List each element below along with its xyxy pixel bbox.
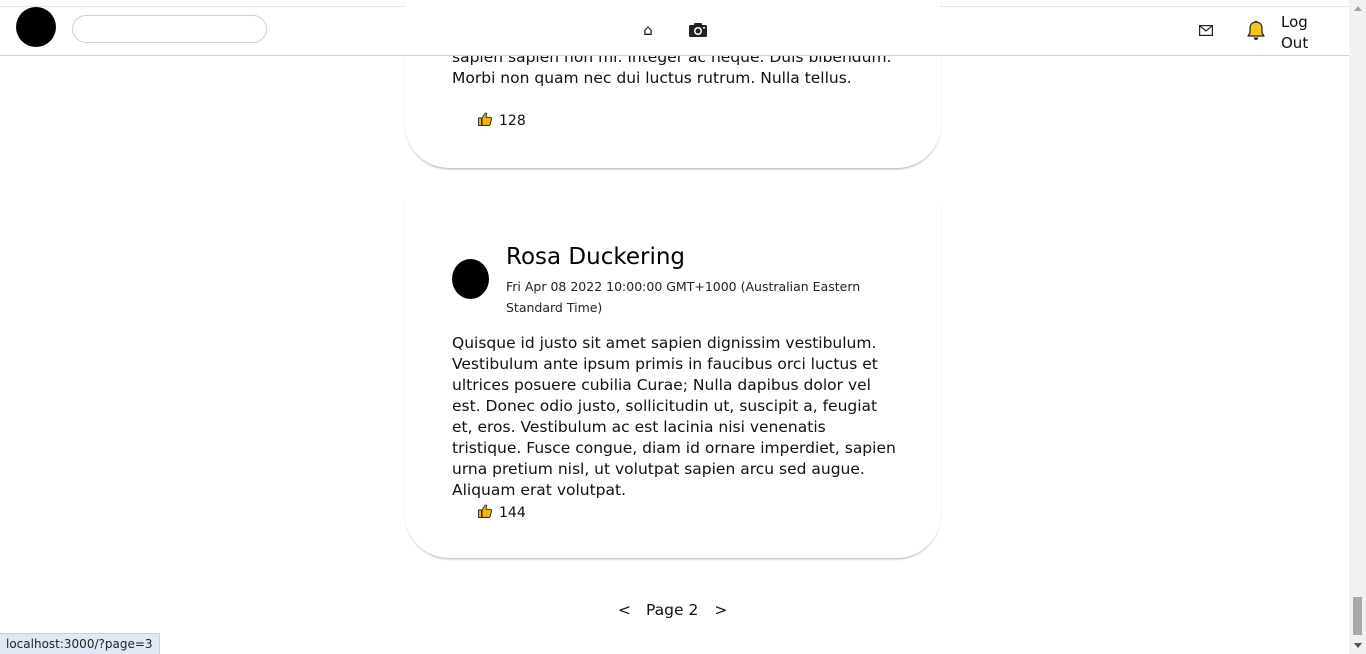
like-count: 128 xyxy=(499,113,526,129)
scroll-up-icon[interactable] xyxy=(1349,0,1366,17)
prev-page-button[interactable]: < xyxy=(618,601,631,619)
like-count: 144 xyxy=(499,505,526,521)
status-bar-url: localhost:3000/?page=3 xyxy=(0,633,160,654)
post-body: Quisque id justo sit amet sapien digniss… xyxy=(452,334,896,499)
thumbs-up-icon xyxy=(477,111,493,131)
page-scrollbar[interactable] xyxy=(1349,0,1366,654)
logout-link[interactable]: Log Out xyxy=(1281,12,1321,54)
camera-icon[interactable] xyxy=(688,21,708,39)
page-label: Page 2 xyxy=(646,601,699,619)
logo[interactable] xyxy=(16,7,56,47)
mail-icon[interactable] xyxy=(1196,22,1216,38)
home-icon[interactable]: ⌂ xyxy=(638,20,658,40)
like-button[interactable]: 144 xyxy=(477,503,526,523)
like-button[interactable]: 128 xyxy=(477,111,526,131)
pagination: < Page 2 > xyxy=(618,601,727,619)
next-page-button[interactable]: > xyxy=(714,601,727,619)
avatar[interactable] xyxy=(452,259,489,299)
navbar: ⌂ Log Out xyxy=(0,7,1349,56)
scrollbar-thumb[interactable] xyxy=(1353,597,1362,635)
post-timestamp: Fri Apr 08 2022 10:00:00 GMT+1000 (Austr… xyxy=(506,279,861,315)
post-author[interactable]: Rosa Duckering xyxy=(506,244,685,270)
bell-icon[interactable] xyxy=(1244,19,1268,43)
thumbs-up-icon xyxy=(477,503,493,523)
scroll-down-icon[interactable] xyxy=(1349,637,1366,654)
post-card: Rosa Duckering Fri Apr 08 2022 10:00:00 … xyxy=(405,200,941,558)
search-input[interactable] xyxy=(72,15,267,43)
